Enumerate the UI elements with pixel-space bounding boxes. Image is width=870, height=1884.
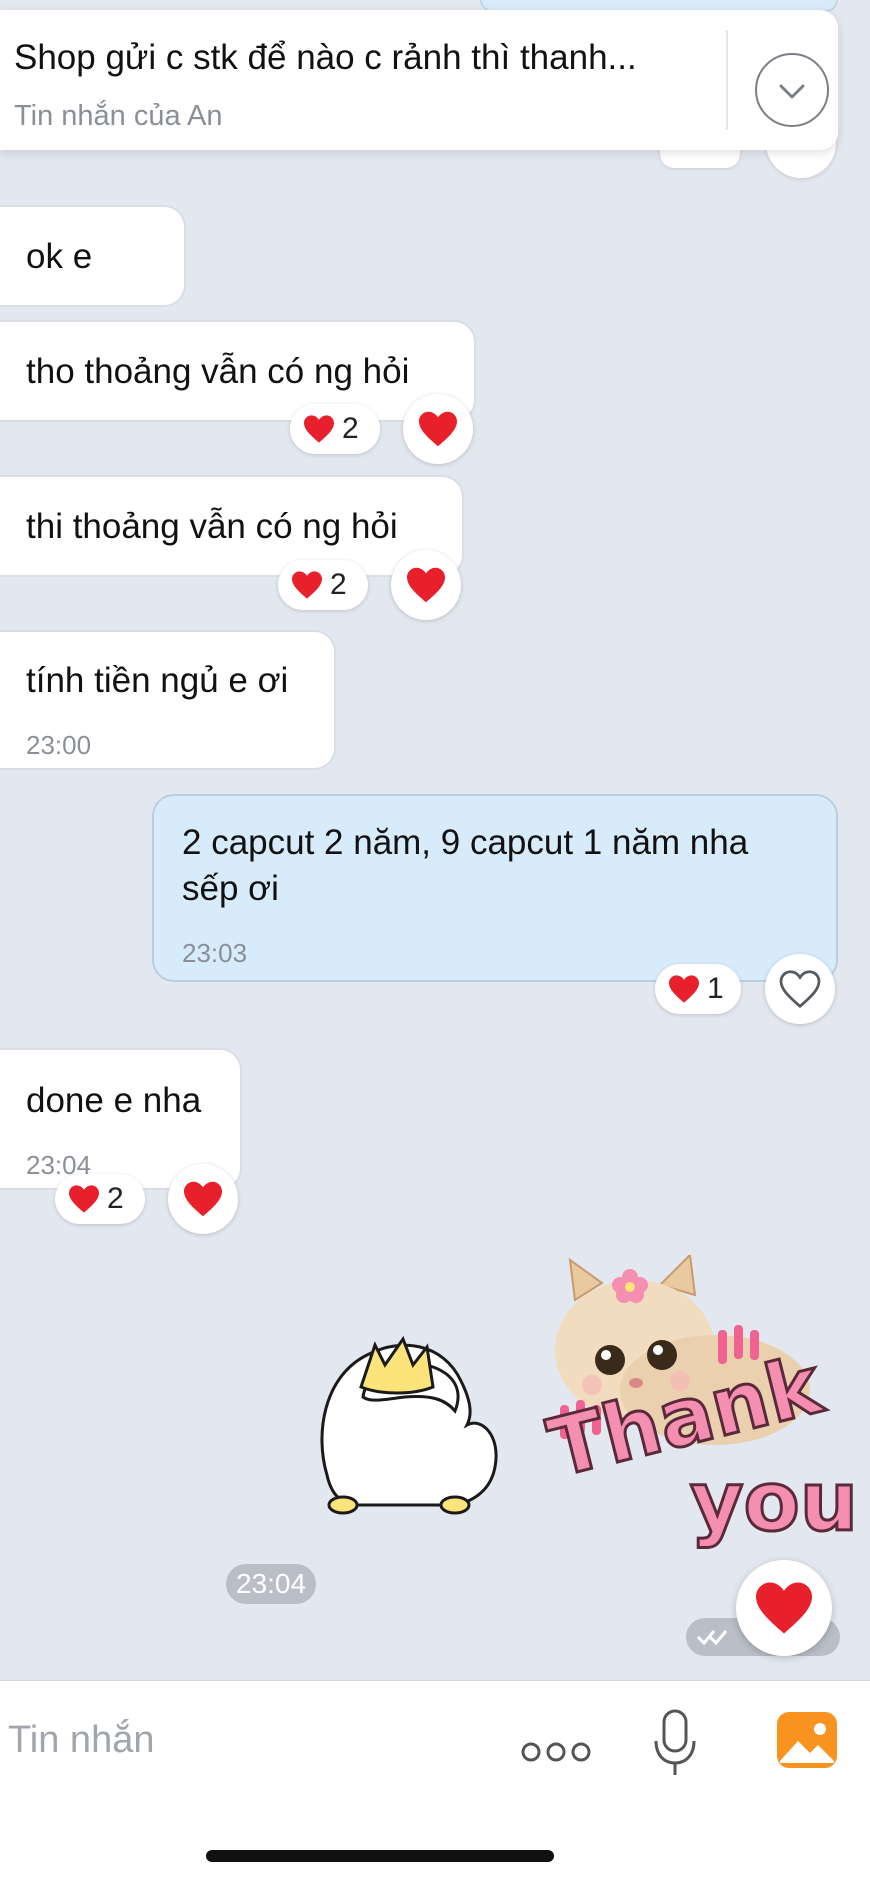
react-heart-button[interactable] xyxy=(391,550,461,620)
react-heart-button[interactable] xyxy=(168,1164,238,1234)
message-bubble-received[interactable]: thi thoảng vẫn có ng hỏi xyxy=(0,475,464,577)
more-dots-icon xyxy=(521,1742,591,1762)
message-bubble-received[interactable]: ok e xyxy=(0,205,186,307)
reaction-count-pill[interactable]: 2 xyxy=(55,1174,145,1224)
sticker-time: 23:04 xyxy=(226,1564,317,1604)
heart-icon xyxy=(292,571,322,599)
heart-icon xyxy=(407,567,445,603)
message-time: 23:00 xyxy=(26,730,92,760)
heart-icon xyxy=(419,411,457,447)
message-text: tính tiền ngủ e ơi xyxy=(26,661,289,700)
heart-outline-icon xyxy=(779,970,821,1008)
message-input[interactable]: Tin nhắn xyxy=(8,1719,154,1762)
heart-icon xyxy=(184,1181,222,1217)
message-bubble-received[interactable]: tho thoảng vẫn có ng hỏi xyxy=(0,320,476,422)
heart-icon xyxy=(304,415,334,443)
pinned-message-banner[interactable]: Shop gửi c stk để nào c rảnh thì thanh..… xyxy=(0,10,838,150)
home-indicator xyxy=(206,1850,554,1862)
expand-pinned-button[interactable] xyxy=(755,53,829,127)
reaction-count-pill[interactable]: 1 xyxy=(655,964,741,1014)
message-text: thi thoảng vẫn có ng hỏi xyxy=(26,507,398,546)
floating-heart-button[interactable] xyxy=(736,1560,832,1656)
sticker-text-you: you xyxy=(688,1454,859,1552)
message-text: tho thoảng vẫn có ng hỏi xyxy=(26,352,410,391)
reaction-count-pill[interactable]: 2 xyxy=(290,404,380,454)
reaction-count: 2 xyxy=(342,412,359,445)
pinned-message-subtitle: Tin nhắn của An xyxy=(14,100,223,132)
sticker-duck-crown[interactable] xyxy=(305,1325,505,1525)
more-options-button[interactable] xyxy=(520,1737,592,1767)
reaction-count: 2 xyxy=(107,1182,124,1215)
message-text: done e nha xyxy=(26,1081,202,1120)
message-bubble-received[interactable]: tính tiền ngủ e ơi 23:00 xyxy=(0,630,336,770)
reaction-count-pill[interactable]: 2 xyxy=(278,560,368,610)
react-heart-button[interactable] xyxy=(765,954,835,1024)
message-bubble-sent[interactable]: 2 capcut 2 năm, 9 capcut 1 năm nha sếp ơ… xyxy=(152,794,838,982)
double-check-icon xyxy=(696,1630,728,1646)
chat-screen: Shop gửi c stk để nào c rảnh thì thanh..… xyxy=(0,0,870,1884)
message-text: ok e xyxy=(26,237,93,276)
message-text: 2 capcut 2 năm, 9 capcut 1 năm nha sếp ơ… xyxy=(182,823,749,908)
pinned-message-text: Shop gửi c stk để nào c rảnh thì thanh..… xyxy=(14,38,637,77)
message-time: 23:03 xyxy=(182,938,248,968)
heart-icon xyxy=(69,1185,99,1213)
heart-icon xyxy=(756,1582,812,1634)
chevron-down-icon xyxy=(779,84,805,99)
voice-button[interactable] xyxy=(652,1709,698,1777)
microphone-icon xyxy=(654,1709,696,1775)
heart-icon xyxy=(669,975,699,1003)
reaction-count: 1 xyxy=(707,972,724,1005)
pinned-divider xyxy=(726,30,728,130)
reaction-count: 2 xyxy=(330,568,347,601)
sticker-thank-you-cat[interactable]: Thank you xyxy=(538,1255,860,1555)
gallery-button[interactable] xyxy=(776,1711,838,1769)
react-heart-button[interactable] xyxy=(403,394,473,464)
gallery-icon xyxy=(777,1712,837,1768)
